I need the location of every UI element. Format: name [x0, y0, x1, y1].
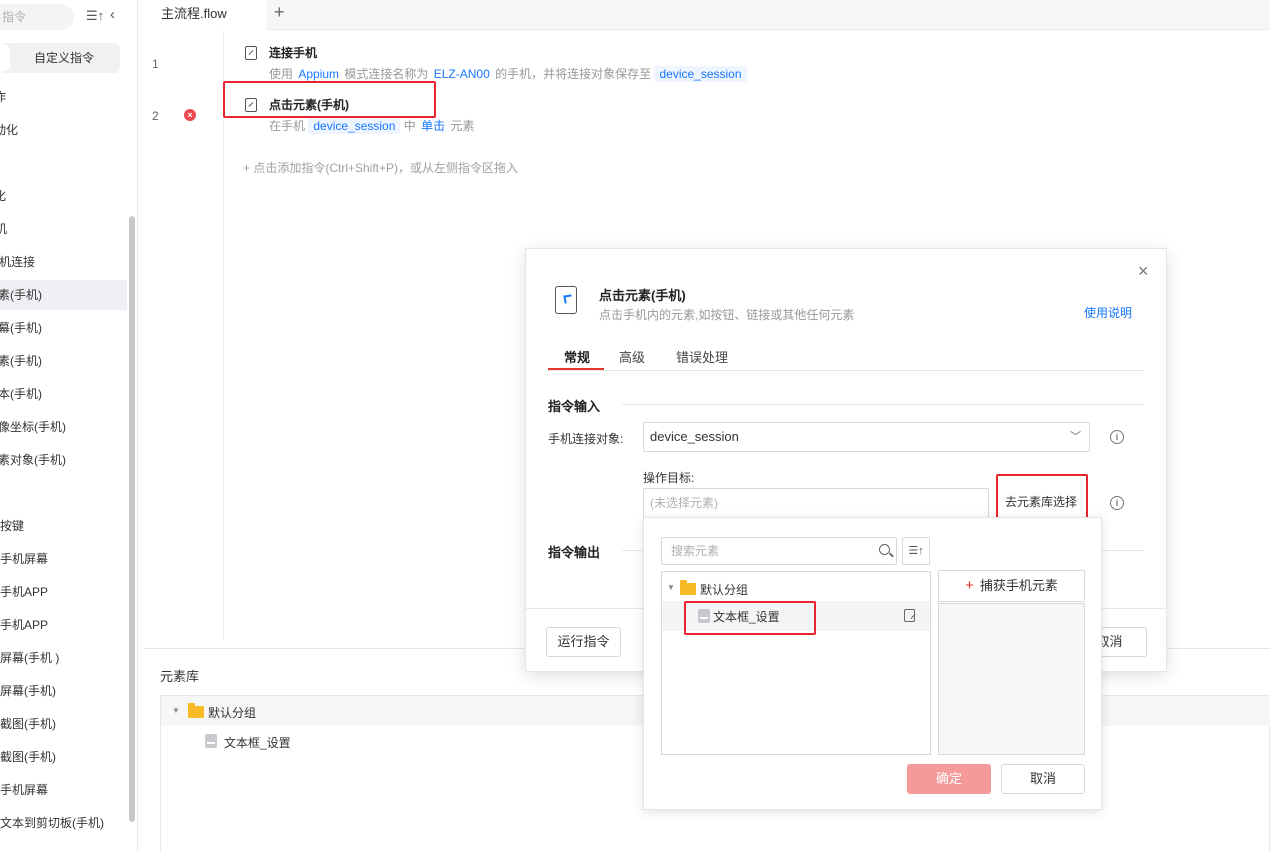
sidebar-item[interactable]: 像坐标(手机) — [0, 416, 66, 438]
step-description[interactable]: 使用 Appium 模式连接名称为 ELZ-AN00 的手机，并将连接对象保存至… — [269, 65, 747, 82]
tab-error-handling[interactable]: 错误处理 — [676, 347, 728, 366]
sidebar-item[interactable]: 动化 — [0, 119, 18, 141]
sidebar-item-click-element[interactable]: 素(手机) — [0, 280, 127, 310]
error-icon[interactable]: × — [184, 109, 196, 121]
confirm-button[interactable]: 确定 — [907, 764, 991, 794]
connect-phone-icon — [245, 46, 257, 60]
sidebar-item[interactable]: 素(手机) — [0, 350, 42, 372]
close-icon[interactable]: × — [1138, 261, 1149, 282]
sidebar-item[interactable]: 机连接 — [0, 251, 35, 273]
picker-element-row[interactable]: 文本框_设置 — [662, 601, 930, 631]
sidebar-item[interactable]: 截图(手机) — [0, 746, 56, 768]
caret-down-icon[interactable]: ▼ — [172, 706, 180, 715]
group-label: 默认分组 — [208, 706, 257, 720]
sidebar-item[interactable]: 截图(手机) — [0, 713, 56, 735]
divider — [622, 404, 1144, 405]
picker-tree: ▼ 默认分组 文本框_设置 — [661, 571, 931, 755]
picker-cancel-button[interactable]: 取消 — [1001, 764, 1085, 794]
folder-icon — [188, 703, 204, 718]
device-label: 手机连接对象: — [548, 432, 624, 446]
sidebar-item[interactable]: 化 — [0, 185, 6, 207]
step-title[interactable]: 连接手机 — [269, 44, 317, 61]
tab-underline — [548, 368, 604, 370]
element-icon — [205, 734, 217, 748]
tab-general[interactable]: 常规 — [564, 347, 590, 366]
sort-icon[interactable]: ☰↑ — [902, 537, 930, 565]
sidebar-item[interactable]: 文本到剪切板(手机) — [0, 812, 104, 834]
tab-builtin[interactable] — [0, 45, 10, 71]
command-sidebar: 指令 ☰↑ ‹ 自定义指令 作 动化 化 机 机连接 素(手机) 幕(手机) 素… — [0, 0, 138, 851]
info-icon[interactable]: i — [1110, 496, 1124, 510]
sidebar-item[interactable]: 机 — [0, 218, 7, 240]
add-command-hint[interactable]: + 点击添加指令(Ctrl+Shift+P)，或从左侧指令区拖入 — [243, 159, 518, 176]
dialog-subtitle: 点击手机内的元素,如按钮、链接或其他任何元素 — [599, 308, 855, 322]
target-element-input[interactable]: (未选择元素) — [643, 488, 989, 518]
sidebar-item[interactable]: 作 — [0, 86, 6, 108]
sidebar-item[interactable]: 屏幕(手机) — [0, 680, 56, 702]
chevron-left-icon[interactable]: ‹ — [110, 6, 115, 23]
tab-advanced[interactable]: 高级 — [619, 347, 645, 366]
element-icon — [698, 609, 710, 623]
info-icon[interactable]: i — [1110, 430, 1124, 444]
sidebar-item[interactable]: 手机APP — [0, 614, 48, 636]
folder-icon — [680, 580, 696, 595]
sidebar-item[interactable]: 幕(手机) — [0, 317, 42, 339]
help-link[interactable]: 使用说明 — [1084, 304, 1132, 321]
search-icon[interactable] — [879, 544, 890, 555]
app-window: 指令 ☰↑ ‹ 自定义指令 作 动化 化 机 机连接 素(手机) 幕(手机) 素… — [0, 0, 1270, 851]
element-preview — [938, 603, 1085, 755]
dialog-tabs: 常规 高级 错误处理 — [548, 345, 1144, 371]
line-number: 2 — [152, 109, 159, 123]
device-session-select[interactable]: device_session ﹀ — [643, 422, 1090, 452]
run-command-button[interactable]: 运行指令 — [546, 627, 621, 657]
sidebar-scrollbar[interactable] — [129, 216, 135, 822]
element-picker-popup: 搜索元素 ☰↑ ▼ 默认分组 文本框_设置 + 捕获手机元素 确定 取消 — [643, 517, 1102, 810]
edit-icon[interactable] — [904, 609, 915, 622]
sidebar-item[interactable]: 手机屏幕 — [0, 548, 48, 570]
step-description[interactable]: 在手机 device_session 中 单击 元素 — [269, 117, 475, 134]
output-section-title: 指令输出 — [548, 545, 601, 560]
library-title: 元素库 — [160, 669, 200, 684]
tab-main-flow[interactable]: 主流程.flow — [144, 0, 266, 30]
select-from-library-button[interactable]: 去元素库选择 — [998, 488, 1084, 518]
element-search-input[interactable]: 搜索元素 — [661, 537, 897, 565]
file-tabbar: 主流程.flow + — [144, 0, 1270, 30]
click-element-icon — [555, 286, 577, 314]
sidebar-item[interactable]: 屏幕(手机 ) — [0, 647, 59, 669]
command-search-input[interactable]: 指令 — [0, 4, 74, 30]
sidebar-item[interactable]: 手机屏幕 — [0, 779, 48, 801]
target-label: 操作目标: — [643, 471, 695, 485]
sidebar-item[interactable]: 手机APP — [0, 581, 48, 603]
group-label[interactable]: 默认分组 — [700, 581, 748, 598]
element-label: 文本框_设置 — [713, 610, 780, 624]
command-tabs: 自定义指令 — [0, 43, 120, 73]
line-number: 1 — [152, 57, 159, 71]
add-tab-button[interactable]: + — [274, 2, 285, 23]
sort-icon[interactable]: ☰↑ — [86, 8, 104, 24]
input-section-title: 指令输入 — [548, 399, 601, 414]
tab-custom-commands[interactable]: 自定义指令 — [14, 43, 114, 73]
element-label: 文本框_设置 — [224, 736, 291, 750]
caret-down-icon[interactable]: ▼ — [667, 583, 675, 592]
sidebar-item[interactable]: 素对象(手机) — [0, 449, 66, 471]
gutter-divider — [223, 30, 224, 640]
chevron-down-icon: ﹀ — [1070, 431, 1081, 443]
sidebar-item[interactable]: 本(手机) — [0, 383, 42, 405]
sidebar-item[interactable]: 按键 — [0, 515, 24, 537]
capture-element-button[interactable]: + 捕获手机元素 — [938, 570, 1085, 602]
dialog-title: 点击元素(手机) — [599, 288, 686, 303]
click-element-icon — [245, 98, 257, 112]
step-title[interactable]: 点击元素(手机) — [269, 96, 349, 113]
